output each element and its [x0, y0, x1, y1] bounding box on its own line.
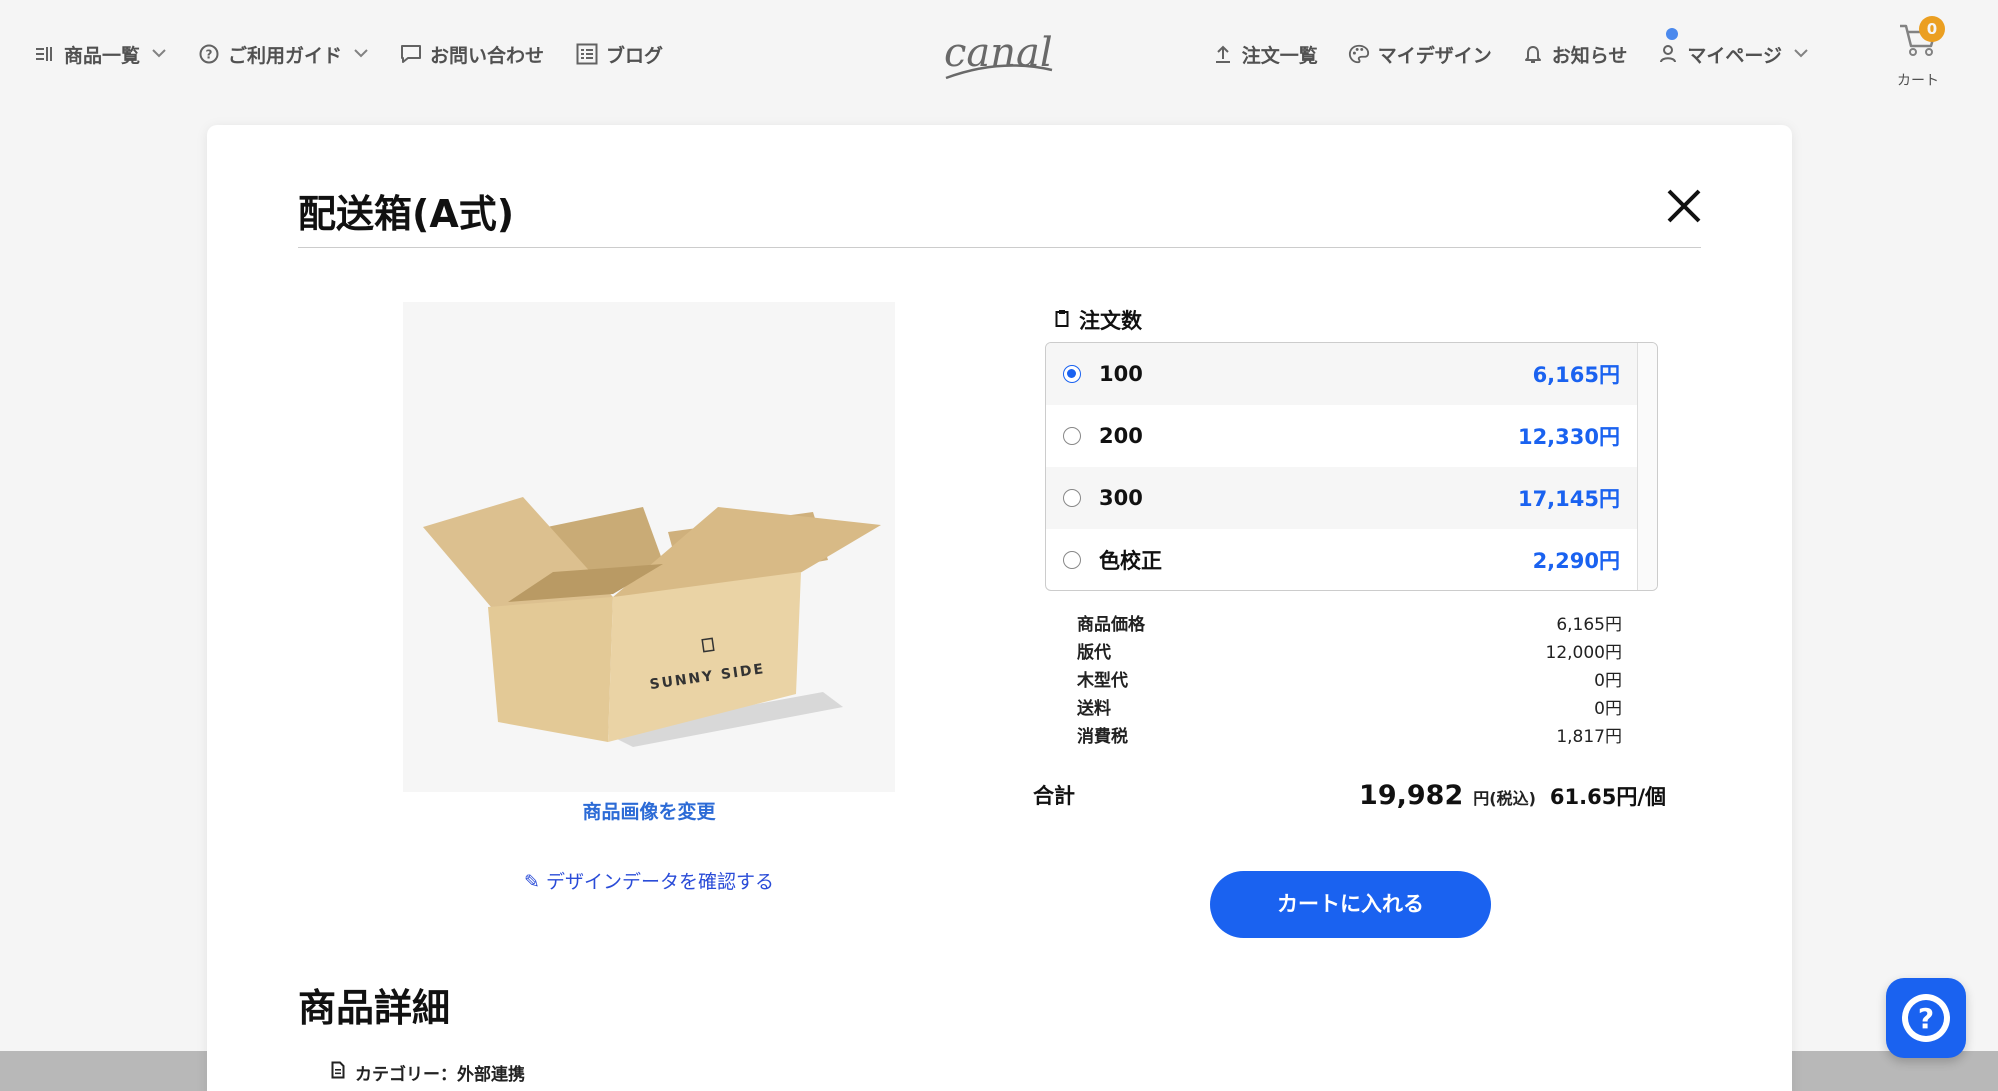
- breakdown-value: 12,000円: [1545, 642, 1622, 663]
- quantity-value: 色校正: [1099, 549, 1162, 573]
- total-unit: 円(税込): [1473, 789, 1536, 808]
- total-number: 19,982: [1359, 780, 1464, 811]
- breakdown-value: 0円: [1594, 670, 1622, 691]
- breakdown-value: 0円: [1594, 698, 1622, 719]
- product-detail-title: 商品詳細: [298, 986, 451, 1030]
- breakdown-value: 6,165円: [1556, 614, 1622, 635]
- breakdown-row: 商品価格 6,165円: [1077, 608, 1622, 636]
- quantity-scrollbar[interactable]: [1637, 343, 1657, 590]
- total-per-unit: 61.65円/個: [1549, 785, 1666, 809]
- clipboard-icon: [1055, 308, 1069, 332]
- product-modal: 配送箱(A式) SUNNY SIDE 商品画像を変更 ✎ デザインデータを確認す…: [207, 125, 1792, 1091]
- close-button[interactable]: [1663, 185, 1705, 227]
- title-divider: [298, 247, 1701, 248]
- question-icon: ?: [1902, 994, 1950, 1042]
- close-icon: [1667, 189, 1701, 223]
- quantity-value: 100: [1099, 362, 1143, 386]
- quantity-value: 300: [1099, 486, 1143, 510]
- document-icon: [331, 1061, 345, 1084]
- quantity-radio[interactable]: [1063, 427, 1081, 445]
- quantity-option-200[interactable]: 200 12,330円: [1046, 405, 1638, 467]
- breakdown-row: 消費税 1,817円: [1077, 720, 1622, 748]
- breakdown-label: 送料: [1077, 698, 1111, 719]
- quantity-section-label: 注文数: [1055, 305, 1142, 335]
- price-breakdown: 商品価格 6,165円 版代 12,000円 木型代 0円 送料 0円 消費税 …: [1077, 608, 1622, 748]
- breakdown-value: 1,817円: [1556, 726, 1622, 747]
- change-image-link[interactable]: 商品画像を変更: [403, 797, 895, 824]
- design-data-link[interactable]: ✎ デザインデータを確認する: [403, 867, 895, 894]
- breakdown-row: 版代 12,000円: [1077, 636, 1622, 664]
- quantity-radio[interactable]: [1063, 551, 1081, 569]
- quantity-radio[interactable]: [1063, 489, 1081, 507]
- category-info: カテゴリー：外部連携: [331, 1060, 525, 1085]
- quantity-options: 100 6,165円 200 12,330円 300 17,145円 色校正 2…: [1045, 342, 1658, 591]
- pencil-icon: ✎: [524, 871, 546, 893]
- quantity-value: 200: [1099, 424, 1143, 448]
- breakdown-label: 商品価格: [1077, 614, 1145, 635]
- product-image: SUNNY SIDE: [403, 302, 895, 792]
- quantity-price: 6,165円: [1532, 363, 1620, 387]
- quantity-option-100[interactable]: 100 6,165円: [1046, 343, 1638, 405]
- quantity-radio[interactable]: [1063, 365, 1081, 383]
- help-chat-button[interactable]: ?: [1886, 978, 1966, 1058]
- svg-text:?: ?: [1918, 1002, 1934, 1035]
- quantity-option-color-proof[interactable]: 色校正 2,290円: [1046, 529, 1638, 590]
- add-to-cart-button[interactable]: カートに入れる: [1210, 871, 1491, 938]
- total-label: 合計: [1033, 784, 1075, 808]
- quantity-price: 12,330円: [1517, 425, 1620, 449]
- breakdown-label: 消費税: [1077, 726, 1128, 747]
- design-data-link-label: デザインデータを確認する: [545, 871, 774, 893]
- breakdown-label: 木型代: [1077, 670, 1128, 691]
- quantity-price: 2,290円: [1532, 549, 1620, 573]
- total-amount: 19,982 円(税込) 61.65円/個: [1207, 780, 1666, 811]
- breakdown-row: 木型代 0円: [1077, 664, 1622, 692]
- quantity-label-text: 注文数: [1079, 309, 1142, 333]
- category-text: カテゴリー：外部連携: [355, 1065, 525, 1085]
- breakdown-label: 版代: [1077, 642, 1111, 663]
- modal-title: 配送箱(A式): [298, 192, 515, 236]
- quantity-option-300[interactable]: 300 17,145円: [1046, 467, 1638, 529]
- breakdown-row: 送料 0円: [1077, 692, 1622, 720]
- quantity-price: 17,145円: [1517, 487, 1620, 511]
